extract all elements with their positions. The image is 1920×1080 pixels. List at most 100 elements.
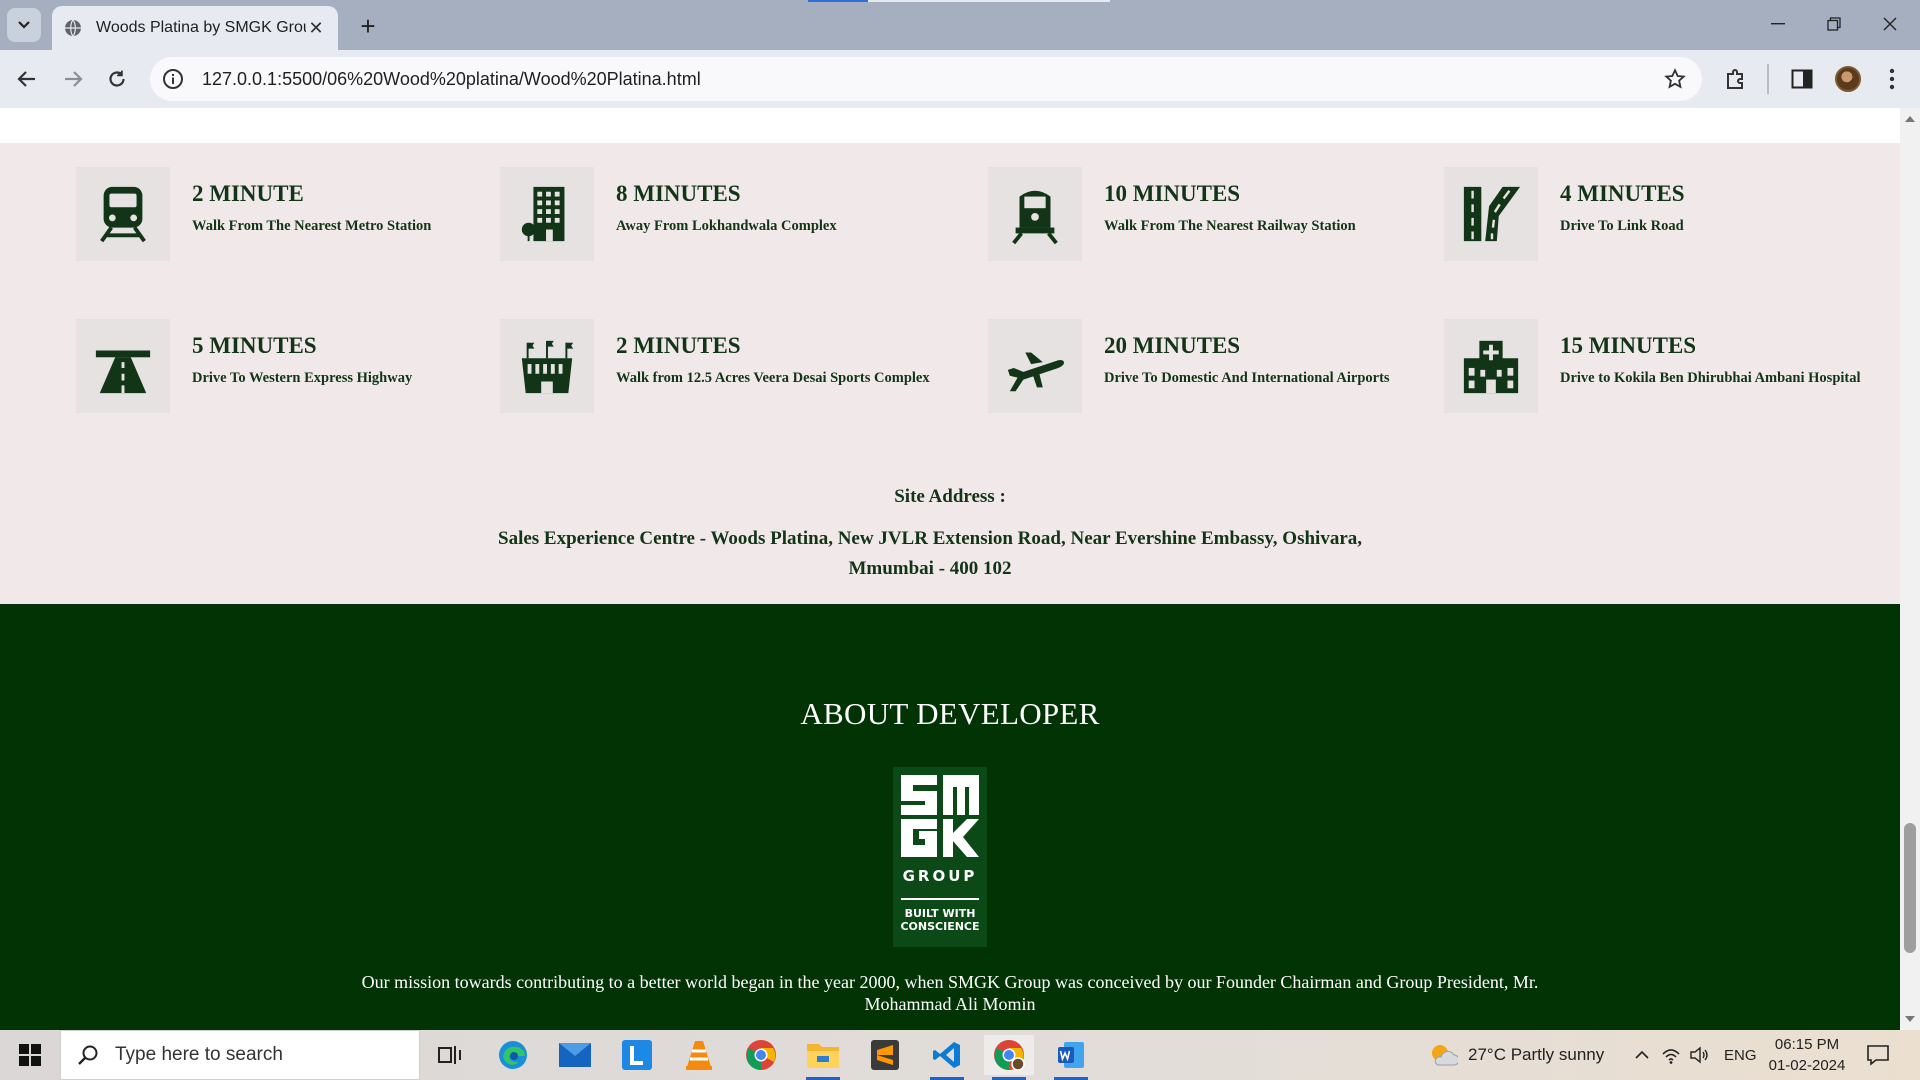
new-tab-button[interactable]: + [352,10,384,42]
location-item: 2 MINUTE Walk From The Nearest Metro Sta… [76,167,431,261]
minimize-icon [1771,23,1785,25]
address-bar[interactable]: 127.0.0.1:5500/06%20Wood%20platina/Wood%… [150,57,1702,101]
weather-widget[interactable]: 27°C Partly sunny [1428,1030,1604,1080]
location-time: 5 MINUTES [192,333,317,358]
start-button[interactable] [0,1030,60,1080]
side-panel-button[interactable] [1788,65,1816,93]
taskbar-file-explorer[interactable] [798,1035,848,1080]
location-description: Walk From The Nearest Metro Station [192,218,432,234]
taskbar-chrome[interactable] [736,1035,786,1075]
loading-indicator [808,0,868,2]
location-item: 15 MINUTES Drive to Kokila Ben Dhirubhai… [1444,319,1861,413]
wifi-icon [1662,1049,1680,1064]
taskbar-vlc[interactable] [674,1035,724,1075]
location-item: 10 MINUTES Walk From The Nearest Railway… [988,167,1356,261]
sublime-icon [871,1040,899,1070]
browser-menu-button[interactable] [1878,65,1906,93]
vscode-icon [933,1042,960,1068]
site-address-label: Site Address : [894,486,1006,507]
taskbar-search-placeholder: Type here to search [115,1044,283,1065]
location-time: 8 MINUTES [616,181,741,206]
toolbar-divider [1767,64,1769,94]
location-item: 20 MINUTES Drive To Domestic And Interna… [988,319,1390,413]
profile-avatar[interactable] [1835,66,1861,92]
location-time: 20 MINUTES [1104,333,1241,358]
location-description: Drive To Link Road [1560,218,1684,234]
page-top-strip [0,108,1900,143]
tab-search-button[interactable] [7,8,41,42]
hospital-icon [1444,319,1538,413]
page-viewport: 2 MINUTE Walk From The Nearest Metro Sta… [0,108,1900,1030]
l-app-icon [622,1040,652,1070]
scroll-up-arrow-icon[interactable] [1905,116,1915,122]
location-time: 15 MINUTES [1560,333,1697,358]
taskbar-search-box[interactable]: Type here to search [60,1030,420,1080]
browser-tab-bar: Woods Platina by SMGK Group ✕ + [0,0,1920,50]
smgk-logo-mark [901,775,979,857]
taskbar-vscode[interactable] [922,1035,972,1080]
clock-date: 01-02-2024 [1768,1057,1846,1074]
restore-button[interactable] [1806,0,1862,48]
language-indicator[interactable]: ENG [1724,1030,1757,1080]
about-developer-heading: ABOUT DEVELOPER [800,696,1100,731]
location-item: 8 MINUTES Away From Lokhandwala Complex [500,167,837,261]
globe-icon [65,19,81,37]
page-scrollbar[interactable] [1900,108,1920,1030]
taskbar-mail[interactable] [550,1035,600,1075]
task-view-button[interactable] [425,1035,475,1075]
speaker-icon [1690,1046,1708,1064]
chevron-up-icon [1635,1050,1649,1059]
network-button[interactable] [1661,1030,1681,1080]
mail-icon [559,1043,591,1067]
metro-icon [76,167,170,261]
folder-icon [807,1044,839,1068]
taskbar-sublime[interactable] [860,1035,910,1075]
scrollbar-thumb[interactable] [1904,823,1916,953]
location-time: 4 MINUTES [1560,181,1685,206]
puzzle-icon [1727,69,1743,89]
extensions-button[interactable] [1722,65,1750,93]
minimize-button[interactable] [1750,0,1806,48]
taskbar-clock[interactable]: 06:15 PM 01-02-2024 [1765,1034,1849,1076]
location-time: 2 MINUTE [192,181,304,206]
reload-button[interactable] [100,62,134,96]
building-icon [500,167,594,261]
taskbar-chrome-active[interactable] [984,1035,1034,1080]
chevron-down-icon [18,21,30,29]
location-time: 10 MINUTES [1104,181,1241,206]
notifications-button[interactable] [1866,1030,1890,1080]
vlc-icon [686,1041,712,1070]
close-window-button[interactable] [1862,0,1918,48]
volume-button[interactable] [1689,1030,1709,1080]
location-item: 2 MINUTES Walk from 12.5 Acres Veera Des… [500,319,930,413]
location-description: Away From Lokhandwala Complex [616,218,837,234]
back-button[interactable] [10,62,44,96]
url-text[interactable]: 127.0.0.1:5500/06%20Wood%20platina/Wood%… [202,69,701,90]
show-hidden-icons-button[interactable] [1634,1030,1650,1080]
notification-icon [1867,1045,1889,1066]
stadium-icon [500,319,594,413]
smgk-logo: GROUP BUILT WITH CONSCIENCE [893,767,987,947]
windows-logo-icon [19,1044,41,1066]
chrome-icon [746,1040,776,1070]
kebab-menu-icon [1889,68,1895,90]
forward-button[interactable] [56,62,90,96]
tab-close-icon[interactable]: ✕ [306,18,326,38]
info-icon[interactable] [162,68,184,90]
mission-statement: Our mission towards contributing to a be… [361,972,1539,1014]
bookmark-star-icon[interactable] [1664,68,1686,90]
taskbar-edge[interactable] [488,1035,538,1075]
road-icon [1444,167,1538,261]
location-item: 4 MINUTES Drive To Link Road [1444,167,1685,261]
tab-woods-platina[interactable]: Woods Platina by SMGK Group ✕ [52,6,338,50]
taskbar-word[interactable] [1046,1035,1096,1080]
taskbar-l-app[interactable] [612,1035,662,1075]
logo-group-text: GROUP [902,867,978,885]
location-description: Walk from 12.5 Acres Veera Desai Sports … [616,370,930,386]
location-item: 5 MINUTES Drive To Western Express Highw… [76,319,412,413]
location-description: Drive To Western Express Highway [192,370,413,386]
restore-icon [1827,17,1841,31]
about-developer-section: ABOUT DEVELOPER GROUP BUILT WITH CONSCIE… [0,604,1900,1030]
scroll-down-arrow-icon[interactable] [1905,1016,1915,1022]
side-panel-icon [1791,69,1813,89]
